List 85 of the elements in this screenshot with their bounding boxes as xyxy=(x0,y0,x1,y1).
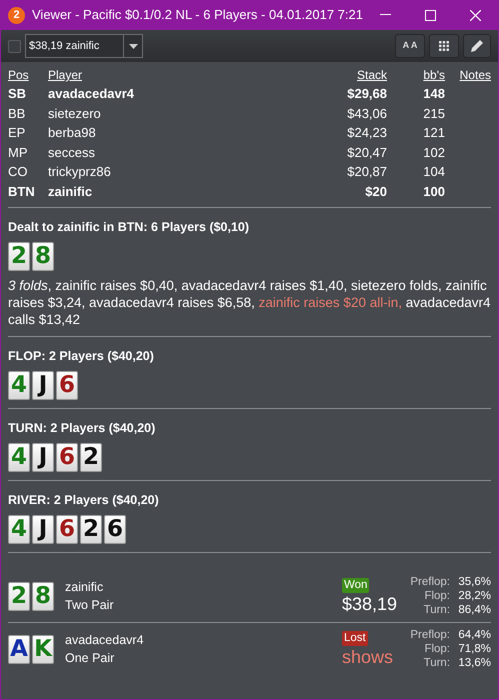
street-heading: RIVER: 2 Players ($40,20) xyxy=(8,492,160,509)
result-badge: Lost xyxy=(342,630,368,646)
pencil-icon xyxy=(470,39,484,53)
table-cell: CO xyxy=(8,164,28,179)
table-cell: 215 xyxy=(423,106,445,120)
table-cell: BTN xyxy=(8,184,35,198)
table-cell: $43,06 xyxy=(347,106,387,120)
table-cell: seccess xyxy=(48,144,95,160)
column-header[interactable]: Notes xyxy=(460,68,491,82)
playing-card: 2 xyxy=(8,582,30,610)
playing-card: 4 xyxy=(8,443,30,472)
table-cell: $24,23 xyxy=(347,125,387,140)
equity-label: Flop: xyxy=(423,589,450,603)
player-name: zainific xyxy=(65,579,104,596)
table-cell: 102 xyxy=(423,144,445,160)
playing-card: K xyxy=(32,634,54,664)
equity-label: Turn: xyxy=(422,603,450,617)
equity-value: 35,6% xyxy=(457,575,491,589)
action-summary: 3 folds, zainific raises $0,40, avadacedavr4 raises $1,40, sietezero folds, zainific raises $3,24, avadacedavr4 raises $6,58, zainific raises $20 all-in, avadacedavr4 calls $13,42 xyxy=(8,277,491,328)
maximize-icon xyxy=(425,10,436,20)
equity-value: 28,2% xyxy=(457,589,491,603)
table-cell: 121 xyxy=(423,125,445,140)
street-heading: Dealt to zainific in BTN: 6 Players ($0,10) xyxy=(8,219,250,236)
equity-label: Turn: xyxy=(422,656,450,670)
table-cell: $20,87 xyxy=(347,164,387,179)
playing-card: 2 xyxy=(80,515,102,544)
checkbox[interactable] xyxy=(8,40,21,52)
equity-label: Preflop: xyxy=(409,628,450,642)
grid-button[interactable] xyxy=(429,34,459,58)
table-cell: MP xyxy=(8,144,28,160)
equity-value: 86,4% xyxy=(457,603,491,617)
result-amount: shows xyxy=(342,646,394,668)
table-cell: trickyprz86 xyxy=(48,164,111,179)
table-cell: 104 xyxy=(423,164,445,179)
playing-card: 2 xyxy=(8,242,30,271)
table-cell: SB xyxy=(8,86,26,101)
playing-card: J xyxy=(32,515,54,544)
window-title: Viewer - Pacific $0.1/0.2 NL - 6 Players - 04.01.2017 7:21 xyxy=(32,6,363,24)
app-icon: 2 xyxy=(8,6,25,24)
playing-card: 8 xyxy=(32,242,54,271)
edit-button[interactable] xyxy=(463,34,491,58)
table-cell: avadacedavr4 xyxy=(48,86,134,101)
playing-card: J xyxy=(32,371,54,400)
equity-value: 13,6% xyxy=(457,656,491,670)
column-header[interactable]: Player xyxy=(48,68,82,82)
table-cell: $29,68 xyxy=(347,86,387,101)
playing-card: 6 xyxy=(56,443,78,472)
minimize-icon xyxy=(380,14,391,16)
table-cell: BB xyxy=(8,106,26,120)
table-cell: EP xyxy=(8,125,26,140)
playing-card: J xyxy=(32,443,54,472)
playing-card: 2 xyxy=(80,443,102,472)
table-cell: 148 xyxy=(423,86,445,101)
playing-card: A xyxy=(8,634,30,664)
playing-card: 4 xyxy=(8,371,30,400)
playing-card: 6 xyxy=(56,371,78,400)
table-cell: berba98 xyxy=(48,125,96,140)
playing-card: 6 xyxy=(104,515,126,544)
playing-card: 4 xyxy=(8,515,30,544)
table-cell: sietezero xyxy=(48,106,101,120)
close-icon xyxy=(470,10,481,20)
player-name: avadacedavr4 xyxy=(65,632,145,649)
dropdown-caret-icon xyxy=(128,44,138,48)
column-header[interactable]: Pos xyxy=(8,68,29,82)
table-cell: 100 xyxy=(423,184,445,198)
street-heading: FLOP: 2 Players ($40,20) xyxy=(8,348,155,365)
table-cell: $20,47 xyxy=(347,144,387,160)
result-amount: $38,19 xyxy=(342,592,398,614)
playing-card: 6 xyxy=(56,515,78,544)
table-cell: $20 xyxy=(365,184,387,198)
player-dropdown[interactable]: $38,19 zainific xyxy=(25,34,143,58)
equity-label: Preflop: xyxy=(409,575,450,589)
result-badge: Won xyxy=(342,578,370,592)
hand-rank: One Pair xyxy=(65,650,116,667)
hand-rank: Two Pair xyxy=(65,597,115,614)
column-header[interactable]: bb's xyxy=(423,68,445,82)
equity-label: Flop: xyxy=(423,642,450,656)
column-header[interactable]: Stack xyxy=(356,68,387,82)
table-cell: zainific xyxy=(48,184,92,198)
font-size-button[interactable]: A A xyxy=(395,34,425,58)
equity-value: 71,8% xyxy=(457,642,491,656)
playing-card: 8 xyxy=(32,582,54,610)
grid-icon xyxy=(439,41,449,51)
street-heading: TURN: 2 Players ($40,20) xyxy=(8,420,156,437)
equity-value: 64,4% xyxy=(457,628,491,642)
